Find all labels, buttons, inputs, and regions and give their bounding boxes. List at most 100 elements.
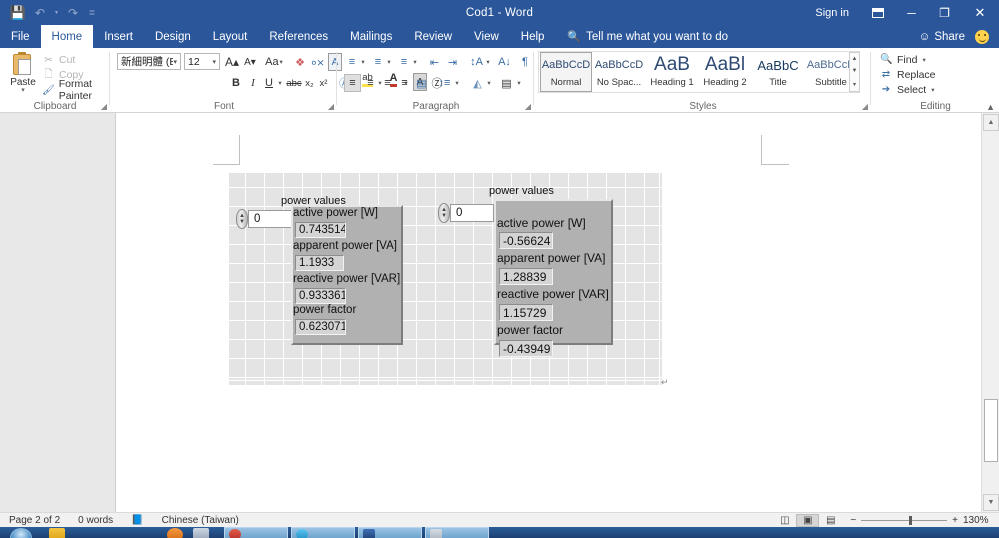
restore-button[interactable]: ❐ bbox=[928, 0, 961, 25]
numbered-list-icon[interactable]: ≡ bbox=[370, 53, 386, 71]
select-dropdown-icon[interactable]: ▾ bbox=[931, 86, 934, 94]
taskbar-window-4[interactable] bbox=[425, 527, 489, 538]
select-button[interactable]: ➔ Select ▾ bbox=[880, 82, 935, 97]
style-normal[interactable]: AaBbCcD Normal bbox=[540, 52, 592, 92]
underline-dropdown-icon[interactable]: ▾ bbox=[276, 74, 284, 92]
taskbar-icon-1[interactable] bbox=[44, 527, 70, 538]
multilevel-list-dropdown-icon[interactable]: ▾ bbox=[411, 53, 419, 71]
style-title[interactable]: AaBbC Title bbox=[752, 52, 804, 92]
distributed-align-icon[interactable]: ▤ bbox=[413, 74, 430, 92]
style-no-spacing[interactable]: AaBbCcD No Spac... bbox=[593, 52, 645, 92]
document-page[interactable]: power values ▲ ▼ 0 active power [W] 0.74… bbox=[117, 113, 981, 512]
styles-dialog-launcher-icon[interactable]: ◢ bbox=[862, 102, 868, 111]
style-heading-2[interactable]: AaBl Heading 2 bbox=[699, 52, 751, 92]
styles-more-icon[interactable]: ▾ bbox=[853, 81, 856, 88]
chevron-down-icon[interactable]: ▾ bbox=[173, 58, 180, 66]
proofing-errors-icon[interactable]: 📘 bbox=[122, 515, 152, 526]
find-button[interactable]: 🔍 Find ▾ bbox=[880, 52, 926, 67]
font-size-combobox[interactable]: 12 ▾ bbox=[184, 53, 220, 70]
numeric-value-2[interactable]: 0 bbox=[450, 204, 494, 222]
replace-button[interactable]: ⇄ Replace bbox=[880, 67, 936, 82]
decrease-indent-icon[interactable]: ⇤ bbox=[426, 53, 443, 71]
line-spacing-icon[interactable]: ↕≡ bbox=[436, 74, 453, 92]
zoom-level[interactable]: 130% bbox=[963, 515, 991, 526]
align-center-icon[interactable]: ≡ bbox=[362, 74, 379, 92]
print-layout-view-button[interactable]: ▣ bbox=[796, 514, 820, 527]
align-right-icon[interactable]: ≡ bbox=[379, 74, 396, 92]
tab-design[interactable]: Design bbox=[144, 25, 202, 48]
change-case-icon[interactable]: Aa ▾ bbox=[263, 53, 285, 71]
line-spacing-dropdown-icon[interactable]: ▾ bbox=[453, 74, 461, 92]
numbered-list-dropdown-icon[interactable]: ▾ bbox=[385, 53, 393, 71]
minimize-button[interactable]: ─ bbox=[895, 0, 928, 25]
start-button[interactable] bbox=[0, 527, 44, 538]
sort-az-icon[interactable]: A↓ bbox=[496, 53, 513, 71]
bullet-list-dropdown-icon[interactable]: ▾ bbox=[359, 53, 367, 71]
increase-indent-icon[interactable]: ⇥ bbox=[444, 53, 461, 71]
scroll-down-icon[interactable]: ▼ bbox=[852, 68, 858, 74]
customize-qat-icon[interactable]: ≣ bbox=[85, 3, 99, 23]
clear-formatting-icon[interactable]: ❖ bbox=[292, 53, 308, 71]
font-name-combobox[interactable]: 新細明體 (Bo ▾ bbox=[117, 53, 181, 70]
sign-in-button[interactable]: Sign in bbox=[803, 7, 861, 19]
vertical-scrollbar[interactable]: ▲ ▼ bbox=[981, 113, 999, 512]
style-heading-1[interactable]: AaB Heading 1 bbox=[646, 52, 698, 92]
redo-icon[interactable]: ↷ bbox=[63, 3, 83, 23]
taskbar-icon-2[interactable] bbox=[162, 527, 188, 538]
taskbar-window-3[interactable] bbox=[358, 527, 422, 538]
zoom-slider-thumb[interactable] bbox=[909, 516, 913, 525]
grow-font-icon[interactable]: A▴ bbox=[224, 53, 240, 71]
bold-icon[interactable]: B bbox=[229, 74, 243, 92]
clipboard-dialog-launcher-icon[interactable]: ◢ bbox=[101, 102, 107, 111]
styles-gallery-scroll[interactable]: ▲ ▼ ▾ bbox=[849, 52, 860, 92]
read-mode-view-button[interactable]: ◫ bbox=[773, 514, 796, 527]
page-indicator[interactable]: Page 2 of 2 bbox=[0, 515, 69, 526]
multilevel-list-icon[interactable]: ≡ bbox=[396, 53, 412, 71]
justify-icon[interactable]: ≡ bbox=[396, 74, 413, 92]
taskbar-icon-3[interactable] bbox=[188, 527, 214, 538]
tab-insert[interactable]: Insert bbox=[93, 25, 144, 48]
strikethrough-icon[interactable]: abc bbox=[286, 74, 302, 92]
shrink-font-icon[interactable]: A▾ bbox=[242, 53, 258, 71]
tab-file[interactable]: File bbox=[0, 25, 41, 48]
spinner-down-icon[interactable]: ▼ bbox=[441, 213, 447, 219]
chevron-down-icon[interactable]: ▾ bbox=[212, 58, 219, 66]
taskbar-window-2[interactable] bbox=[291, 527, 355, 538]
undo-dropdown-icon[interactable]: ▾ bbox=[52, 3, 61, 23]
bullet-list-icon[interactable]: ≡ bbox=[344, 53, 360, 71]
font-dialog-launcher-icon[interactable]: ◢ bbox=[328, 102, 334, 111]
phonetic-guide-icon[interactable]: ०⨯ bbox=[310, 53, 326, 71]
tab-mailings[interactable]: Mailings bbox=[339, 25, 403, 48]
feedback-smiley-icon[interactable] bbox=[975, 29, 989, 44]
paragraph-dialog-launcher-icon[interactable]: ◢ bbox=[525, 102, 531, 111]
scrollbar-thumb[interactable] bbox=[984, 399, 998, 462]
tab-view[interactable]: View bbox=[463, 25, 510, 48]
word-count[interactable]: 0 words bbox=[69, 515, 122, 526]
tab-home[interactable]: Home bbox=[40, 25, 94, 48]
tab-help[interactable]: Help bbox=[510, 25, 556, 48]
borders-dropdown-icon[interactable]: ▾ bbox=[515, 74, 523, 92]
taskbar-window-1[interactable] bbox=[224, 527, 288, 538]
show-formatting-marks-icon[interactable]: ¶ bbox=[518, 53, 532, 71]
underline-icon[interactable]: U bbox=[262, 74, 276, 92]
scroll-up-icon[interactable]: ▲ bbox=[983, 114, 999, 131]
scroll-down-icon[interactable]: ▼ bbox=[983, 494, 999, 511]
share-button[interactable]: ☺ Share bbox=[919, 31, 975, 43]
scroll-up-icon[interactable]: ▲ bbox=[852, 56, 858, 62]
save-icon[interactable]: 💾 bbox=[8, 3, 28, 23]
superscript-icon[interactable]: x² bbox=[317, 74, 330, 92]
paste-button[interactable]: Paste ▾ bbox=[6, 51, 40, 99]
zoom-in-button[interactable]: + bbox=[952, 515, 958, 526]
align-left-icon[interactable]: ≡ bbox=[344, 74, 361, 92]
numeric-spinner-2[interactable]: ▲ ▼ bbox=[438, 203, 450, 223]
paste-dropdown-icon[interactable]: ▾ bbox=[21, 87, 25, 94]
numeric-spinner-1[interactable]: ▲ ▼ bbox=[236, 209, 248, 229]
collapse-ribbon-icon[interactable]: ▲ bbox=[986, 102, 995, 112]
tell-me-search[interactable]: 🔍 Tell me what you want to do bbox=[555, 25, 728, 48]
undo-icon[interactable]: ↶ bbox=[30, 3, 50, 23]
shading-icon[interactable]: ◭ bbox=[469, 74, 486, 92]
close-button[interactable]: ✕ bbox=[961, 0, 999, 25]
sort-dropdown-icon[interactable]: ▾ bbox=[484, 53, 492, 71]
spinner-down-icon[interactable]: ▼ bbox=[239, 219, 245, 225]
labview-front-panel-image[interactable]: power values ▲ ▼ 0 active power [W] 0.74… bbox=[229, 173, 662, 385]
